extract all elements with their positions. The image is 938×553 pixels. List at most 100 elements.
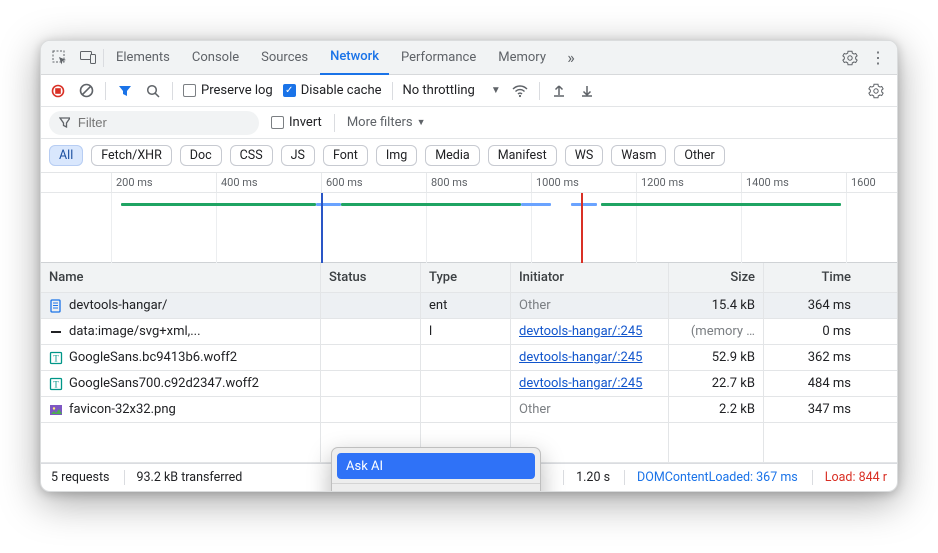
ctx-ask-ai[interactable]: Ask AI [337, 453, 535, 479]
chip-img[interactable]: Img [376, 145, 417, 166]
col-header-type[interactable]: Type [421, 263, 511, 292]
cell-time: 347 ms [764, 397, 859, 422]
timeline-tick: 1000 ms [531, 173, 579, 192]
timeline-tick: 200 ms [111, 173, 153, 192]
cell-status [321, 371, 421, 396]
chip-other[interactable]: Other [674, 145, 724, 166]
throttling-label: No throttling [403, 83, 475, 98]
funnel-icon [59, 117, 70, 129]
table-row[interactable]: T GoogleSans.bc9413b6.woff2 devtools-hanga… [41, 345, 897, 371]
cell-name: data:image/svg+xml,... [69, 324, 201, 339]
chip-js[interactable]: JS [281, 145, 315, 166]
table-header[interactable]: Name Status Type Initiator Size Time [41, 263, 897, 293]
table-row[interactable]: devtools-hangar/entOther15.4 kB364 ms [41, 293, 897, 319]
cell-type [421, 345, 511, 370]
cell-time: 484 ms [764, 371, 859, 396]
inspect-icon[interactable] [47, 45, 73, 71]
cell-name: GoogleSans.bc9413b6.woff2 [69, 350, 237, 365]
filter-input-wrap[interactable] [49, 111, 259, 135]
waterfall-overview[interactable]: 200 ms 400 ms 600 ms 800 ms 1000 ms 1200… [41, 173, 897, 263]
cell-size: 15.4 kB [669, 293, 764, 318]
cell-size: (memory … [669, 319, 764, 344]
chip-media[interactable]: Media [425, 145, 479, 166]
tab-memory[interactable]: Memory [488, 41, 556, 75]
filter-toggle-icon[interactable] [116, 82, 134, 100]
cell-status [321, 345, 421, 370]
table-row[interactable]: T GoogleSans700.c92d2347.woff2 devtools-ha… [41, 371, 897, 397]
col-header-status[interactable]: Status [321, 263, 421, 292]
ctx-separator [332, 483, 540, 484]
chip-manifest[interactable]: Manifest [488, 145, 557, 166]
tab-console[interactable]: Console [182, 41, 249, 75]
chip-wasm[interactable]: Wasm [611, 145, 666, 166]
more-filters-label: More filters [347, 115, 413, 130]
status-domcontentloaded: DOMContentLoaded: 367 ms [624, 470, 798, 485]
disable-cache-label: Disable cache [301, 83, 382, 98]
preserve-log-checkbox[interactable]: Preserve log [183, 83, 273, 98]
more-filters-button[interactable]: More filters ▼ [347, 115, 426, 130]
table-row[interactable]: data:image/svg+xml,...ldevtools-hangar/:… [41, 319, 897, 345]
cell-initiator[interactable]: devtools-hangar/:245 [519, 324, 642, 339]
disable-cache-checkbox[interactable]: Disable cache [283, 83, 382, 98]
status-load: Load: 844 r [812, 470, 887, 485]
timeline-tick: 600 ms [321, 173, 363, 192]
divider [172, 82, 173, 100]
chip-fetchxhr[interactable]: Fetch/XHR [91, 145, 172, 166]
chip-all[interactable]: All [49, 145, 83, 166]
device-toggle-icon[interactable] [75, 45, 101, 71]
svg-text:T: T [53, 379, 59, 389]
wifi-icon[interactable] [511, 82, 529, 100]
record-icon[interactable] [49, 82, 67, 100]
network-toolbar: Preserve log Disable cache No throttling… [41, 75, 897, 107]
cell-initiator[interactable]: devtools-hangar/:245 [519, 376, 642, 391]
invert-checkbox[interactable]: Invert [271, 115, 322, 130]
tab-sources[interactable]: Sources [251, 41, 318, 75]
cell-status [321, 293, 421, 318]
settings-icon[interactable] [837, 45, 863, 71]
divider [105, 82, 106, 100]
throttling-select[interactable]: No throttling ▼ [403, 83, 501, 98]
upload-icon[interactable] [550, 82, 568, 100]
cell-initiator[interactable]: devtools-hangar/:245 [519, 350, 642, 365]
cell-time: 362 ms [764, 345, 859, 370]
tab-network[interactable]: Network [320, 41, 389, 75]
settings-gear-icon[interactable] [867, 82, 885, 100]
cell-type [421, 371, 511, 396]
search-icon[interactable] [144, 82, 162, 100]
status-finish: 1.20 s [563, 470, 610, 485]
col-header-initiator[interactable]: Initiator [511, 263, 669, 292]
cell-status [321, 397, 421, 422]
col-header-size[interactable]: Size [669, 263, 764, 292]
cell-initiator: Other [519, 298, 551, 313]
chip-doc[interactable]: Doc [180, 145, 222, 166]
download-icon[interactable] [578, 82, 596, 100]
chip-ws[interactable]: WS [565, 145, 604, 166]
cell-initiator: Other [519, 402, 551, 417]
domcontentloaded-marker [321, 193, 323, 263]
tab-performance[interactable]: Performance [391, 41, 486, 75]
table-row[interactable]: favicon-32x32.pngOther2.2 kB347 ms [41, 397, 897, 423]
file-type-icon [49, 403, 63, 417]
more-tabs-icon[interactable]: » [558, 45, 584, 71]
main-area: 200 ms 400 ms 600 ms 800 ms 1000 ms 1200… [41, 173, 897, 463]
file-type-icon: T [49, 351, 63, 365]
col-header-time[interactable]: Time [764, 263, 859, 292]
main-tabbar: Elements Console Sources Network Perform… [41, 41, 897, 75]
chip-font[interactable]: Font [323, 145, 368, 166]
kebab-menu-icon[interactable]: ⋮ [865, 45, 891, 71]
timeline-tick: 1400 ms [741, 173, 789, 192]
tab-elements[interactable]: Elements [106, 41, 180, 75]
type-filter-row: All Fetch/XHR Doc CSS JS Font Img Media … [41, 139, 897, 173]
timeline-tick: 1200 ms [636, 173, 684, 192]
file-type-icon [49, 325, 63, 339]
filter-input[interactable] [76, 114, 249, 131]
col-header-name[interactable]: Name [41, 263, 321, 292]
chip-css[interactable]: CSS [230, 145, 273, 166]
cell-name: GoogleSans700.c92d2347.woff2 [69, 376, 259, 391]
cell-size: 22.7 kB [669, 371, 764, 396]
invert-label: Invert [289, 115, 322, 130]
context-menu: Ask AI Open in Sources panel Open in new… [331, 447, 541, 492]
ctx-open-sources[interactable]: Open in Sources panel [332, 488, 540, 492]
clear-icon[interactable] [77, 82, 95, 100]
cell-time: 364 ms [764, 293, 859, 318]
